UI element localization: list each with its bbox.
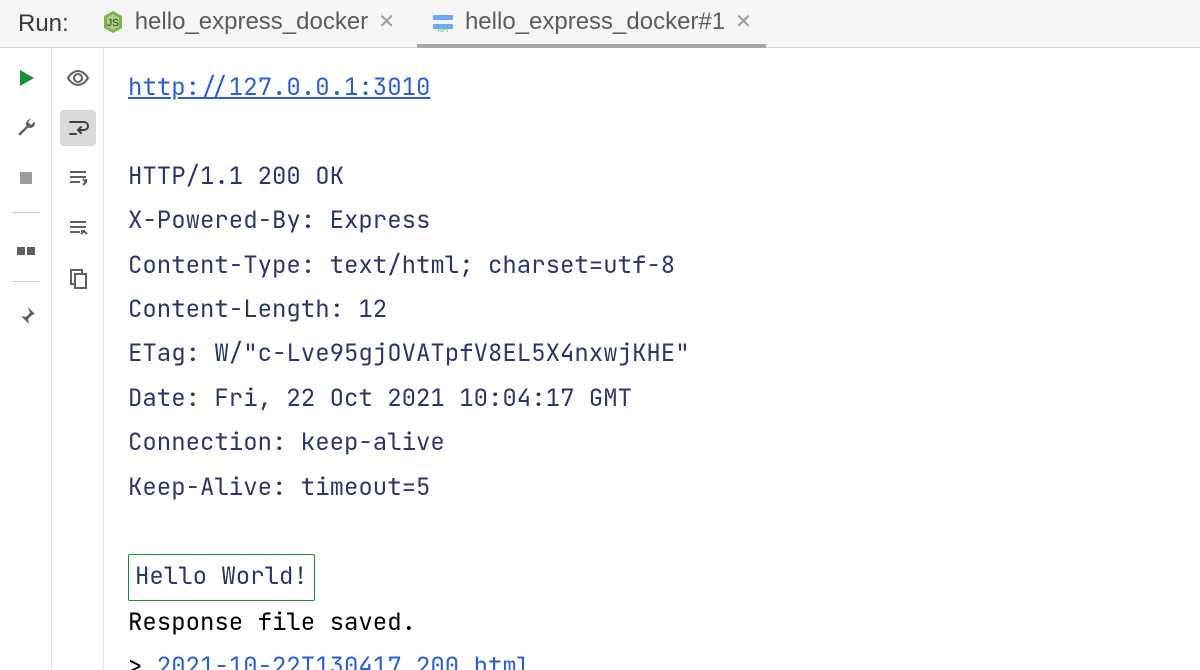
http-header: Keep-Alive: timeout=5: [128, 472, 430, 503]
http-header: Connection: keep-alive: [128, 427, 445, 458]
run-tool-window: Run: JS hello_express_docker ✕ API hello…: [0, 0, 1200, 670]
run-tabbar: Run: JS hello_express_docker ✕ API hello…: [0, 0, 1200, 48]
svg-text:JS: JS: [107, 18, 119, 29]
svg-text:API: API: [437, 27, 448, 34]
tab-hello-express-docker-1[interactable]: API hello_express_docker#1 ✕: [417, 0, 766, 48]
http-header: X-Powered-By: Express: [128, 205, 430, 236]
wrench-icon[interactable]: [8, 110, 44, 146]
nodejs-icon: JS: [101, 10, 125, 34]
run-label: Run:: [8, 10, 79, 38]
separator: [12, 281, 40, 282]
gutter-left: [0, 48, 52, 670]
response-body: Hello World!: [128, 554, 315, 600]
console-output[interactable]: http://127.0.0.1:3010 HTTP/1.1 200 OK X-…: [104, 48, 1200, 670]
close-icon[interactable]: ✕: [378, 12, 395, 32]
close-icon[interactable]: ✕: [735, 12, 752, 32]
pin-icon[interactable]: [8, 298, 44, 334]
show-icon[interactable]: [60, 60, 96, 96]
http-header: Content-Type: text/html; charset=utf-8: [128, 250, 675, 281]
saved-message: Response file saved.: [128, 607, 416, 638]
run-icon[interactable]: [8, 60, 44, 96]
soft-wrap-icon[interactable]: [60, 110, 96, 146]
run-body: http://127.0.0.1:3010 HTTP/1.1 200 OK X-…: [0, 48, 1200, 670]
gutter-right: [52, 48, 104, 670]
saved-file-link[interactable]: 2021-10-22T130417.200.html: [157, 651, 531, 670]
http-header: Date: Fri, 22 Oct 2021 10:04:17 GMT: [128, 383, 632, 414]
tab-hello-express-docker[interactable]: JS hello_express_docker ✕: [87, 0, 409, 48]
http-header: ETag: W/"c-Lve95gjOVATpfV8EL5X4nxwjKHE": [128, 338, 690, 369]
scroll-end-icon[interactable]: [60, 160, 96, 196]
stop-icon[interactable]: [8, 160, 44, 196]
copy-icon[interactable]: [60, 260, 96, 296]
status-line: HTTP/1.1 200 OK: [128, 161, 344, 192]
http-header: Content-Length: 12: [128, 294, 387, 325]
api-icon: API: [431, 10, 455, 34]
print-icon[interactable]: [60, 210, 96, 246]
saved-arrow: >: [128, 651, 142, 670]
request-url-link[interactable]: http://127.0.0.1:3010: [128, 72, 430, 103]
tab-label: hello_express_docker#1: [465, 8, 725, 36]
separator: [12, 212, 40, 213]
tab-label: hello_express_docker: [135, 8, 368, 36]
layout-icon[interactable]: [8, 229, 44, 265]
